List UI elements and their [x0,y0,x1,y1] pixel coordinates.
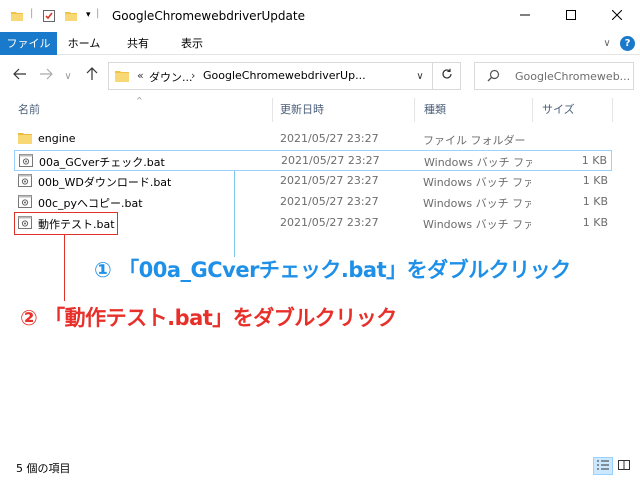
chevron-down-icon: ∨ [64,70,72,82]
forward-button[interactable] [36,66,56,86]
large-icons-view-button[interactable] [614,457,634,475]
close-icon [611,8,623,24]
file-name: 00a_GCverチェック.bat [39,156,165,169]
sort-ascending-icon: ^ [136,96,143,105]
file-size: 1 KB [582,216,608,229]
forward-arrow-icon [39,68,53,84]
maximize-button[interactable] [548,0,594,32]
window-title: GoogleChromewebdriverUpdate [112,9,305,23]
batch-file-icon [18,195,32,211]
column-header-type[interactable]: 種類 [424,96,446,124]
file-date: 2021/05/27 23:27 [280,195,379,208]
annotation-highlight-box [14,212,118,235]
help-icon[interactable]: ? [620,36,635,51]
batch-file-icon [19,154,33,170]
batch-file-icon [18,174,32,190]
back-arrow-icon [13,68,27,84]
annotation-connector-blue [234,171,235,257]
folder-icon [18,132,32,148]
breadcrumb-parent[interactable]: ダウン... [149,69,193,85]
column-header-name[interactable]: 名前 [18,96,40,124]
address-dropdown-button[interactable]: ∨ [410,63,430,89]
file-date: 2021/05/27 23:27 [280,132,379,145]
file-row-00a[interactable]: 00a_GCverチェック.bat 2021/05/27 23:27 Windo… [14,150,612,171]
file-date: 2021/05/27 23:27 [281,154,380,167]
overflow-indicator[interactable]: « [137,69,144,82]
annotation-step-2: ② 「動作テスト.bat」をダブルクリック [20,306,397,330]
maximize-icon [566,8,576,24]
chevron-down-icon: ∨ [416,70,424,82]
folder-icon [115,70,129,85]
file-row-engine[interactable]: engine 2021/05/27 23:27 ファイル フォルダー [14,129,612,150]
refresh-button[interactable] [432,63,460,89]
refresh-icon [441,68,453,84]
annotation-connector-red [64,235,65,301]
search-input[interactable]: GoogleChromeweb... [515,70,631,83]
recent-locations-button[interactable]: ∨ [58,66,78,86]
folder-icon[interactable] [10,9,24,26]
file-date: 2021/05/27 23:27 [280,174,379,187]
minimize-button[interactable] [502,0,548,32]
back-button[interactable] [10,66,30,86]
tab-home[interactable]: ホーム [57,32,111,55]
close-button[interactable] [594,0,640,32]
file-date: 2021/05/27 23:27 [280,216,379,229]
breadcrumb-current[interactable]: GoogleChromewebdriverUp... [203,69,366,82]
search-box[interactable]: GoogleChromeweb... [474,62,634,90]
separator-icon: | [96,8,100,19]
separator-icon: | [30,8,34,19]
column-divider[interactable] [272,98,273,122]
file-name: 00c_pyへコピー.bat [38,197,143,210]
quick-access-dropdown-icon[interactable]: ▾ [86,10,91,20]
details-view-button[interactable] [593,457,613,475]
column-header-date[interactable]: 更新日時 [280,96,324,124]
status-item-count: 5 個の項目 [16,462,71,475]
up-arrow-icon [86,67,98,85]
file-type: Windows バッチ ファ... [423,176,531,189]
file-type: Windows バッチ ファ... [424,156,532,169]
minimize-icon [520,8,530,24]
column-divider[interactable] [612,98,613,122]
file-type: Windows バッチ ファ... [423,197,531,210]
navigation-bar: ∨ « ダウン... › GoogleChromewebdriverUp... … [0,56,640,96]
search-icon [487,69,500,85]
tab-share[interactable]: 共有 [111,32,165,55]
details-view-icon [596,459,610,474]
address-bar[interactable]: « ダウン... › GoogleChromewebdriverUp... ∨ [108,62,461,90]
column-divider[interactable] [532,98,533,122]
column-divider[interactable] [414,98,415,122]
title-bar: | ▾ | GoogleChromewebdriverUpdate [0,0,640,32]
file-row-00b[interactable]: 00b_WDダウンロード.bat 2021/05/27 23:27 Window… [14,171,612,192]
ribbon-tabs: ファイル ホーム 共有 表示 ∨ ? [0,32,640,55]
file-name: engine [38,132,76,145]
file-name: 00b_WDダウンロード.bat [38,176,172,189]
file-size: 1 KB [581,154,607,167]
up-button[interactable] [82,66,102,86]
file-type: ファイル フォルダー [423,134,526,147]
tab-view[interactable]: 表示 [165,32,219,55]
large-icons-view-icon [617,459,631,474]
new-folder-icon[interactable] [64,9,78,26]
file-size: 1 KB [582,195,608,208]
column-header-size[interactable]: サイズ [542,96,575,124]
tab-file[interactable]: ファイル [0,32,57,55]
properties-icon[interactable] [42,9,56,26]
file-type: Windows バッチ ファ... [423,218,531,231]
breadcrumb-separator[interactable]: › [191,69,195,82]
annotation-step-1: ① 「00a_GCverチェック.bat」をダブルクリック [94,258,571,282]
expand-ribbon-icon[interactable]: ∨ [600,37,614,51]
file-size: 1 KB [582,174,608,187]
file-row-00c[interactable]: 00c_pyへコピー.bat 2021/05/27 23:27 Windows … [14,192,612,213]
